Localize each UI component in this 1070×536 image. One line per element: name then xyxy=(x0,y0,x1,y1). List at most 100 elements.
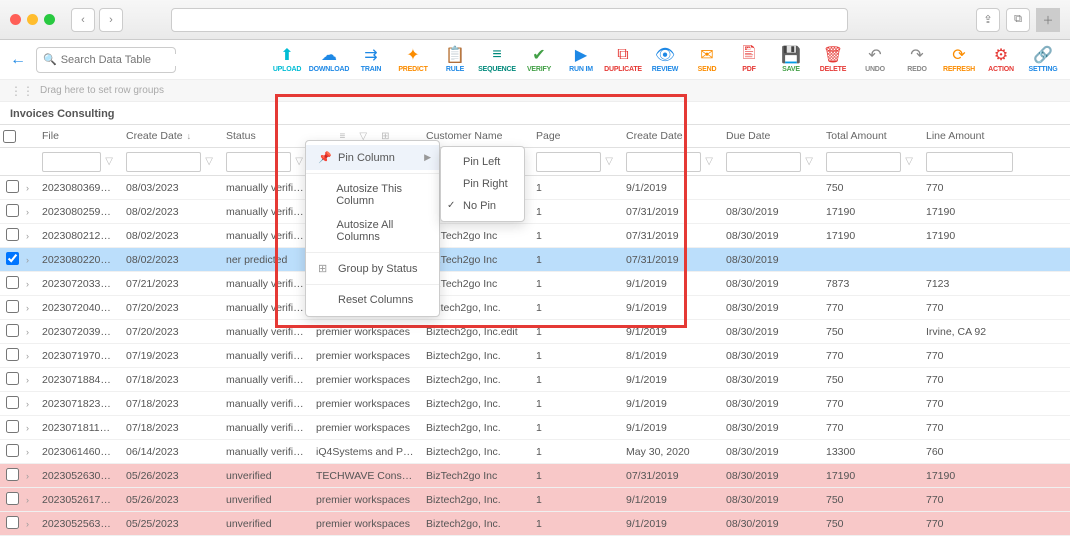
row-checkbox[interactable] xyxy=(0,348,20,364)
row-checkbox[interactable] xyxy=(0,492,20,508)
new-tab-button[interactable]: ＋ xyxy=(1036,8,1060,32)
col-page[interactable]: Page xyxy=(530,125,620,147)
download-button[interactable]: ☁DOWNLOAD xyxy=(312,46,346,73)
url-bar[interactable] xyxy=(171,8,848,32)
filter-icon[interactable]: ▽ xyxy=(805,156,813,167)
table-row[interactable]: ›20230719703...07/19/2023manually verifi… xyxy=(0,344,1070,368)
row-checkbox[interactable] xyxy=(0,228,20,244)
sequence-button[interactable]: ≡SEQUENCE xyxy=(480,46,514,73)
filter-icon[interactable]: ▽ xyxy=(205,156,213,167)
minimize-window-icon[interactable] xyxy=(27,14,38,25)
filter-line[interactable] xyxy=(926,152,1013,172)
col-file[interactable]: File xyxy=(36,125,120,147)
search-input[interactable] xyxy=(61,54,203,66)
run-im-button[interactable]: ▶RUN IM xyxy=(564,46,598,73)
filter-icon[interactable]: ▽ xyxy=(105,156,113,167)
filter-icon[interactable]: ▽ xyxy=(605,156,613,167)
expand-row-icon[interactable]: › xyxy=(20,423,36,433)
expand-row-icon[interactable]: › xyxy=(20,351,36,361)
row-checkbox[interactable] xyxy=(0,444,20,460)
col-status[interactable]: Status xyxy=(220,125,310,147)
row-checkbox[interactable] xyxy=(0,300,20,316)
table-row[interactable]: ›20230718115...07/18/2023manually verifi… xyxy=(0,416,1070,440)
upload-button[interactable]: ⬆UPLOAD xyxy=(270,46,304,73)
expand-row-icon[interactable]: › xyxy=(20,303,36,313)
table-row[interactable]: ›20230525635...05/25/2023unverifiedpremi… xyxy=(0,512,1070,536)
refresh-button[interactable]: ⟳REFRESH xyxy=(942,46,976,73)
menu-pin-column[interactable]: 📌 Pin Column ▶ xyxy=(306,145,439,170)
expand-row-icon[interactable]: › xyxy=(20,327,36,337)
tabs-icon[interactable]: ⧉ xyxy=(1006,8,1030,32)
table-row[interactable]: ›20230614607...06/14/2023manually verifi… xyxy=(0,440,1070,464)
table-row[interactable]: ›20230802201...08/02/2023ner predictedBi… xyxy=(0,248,1070,272)
filter-file[interactable] xyxy=(42,152,101,172)
expand-row-icon[interactable]: › xyxy=(20,495,36,505)
filter-icon[interactable]: ▽ xyxy=(905,156,913,167)
setting-button[interactable]: 🔗SETTING xyxy=(1026,46,1060,73)
undo-button[interactable]: ↶UNDO xyxy=(858,46,892,73)
menu-autosize-all[interactable]: Autosize All Columns xyxy=(306,213,439,249)
expand-row-icon[interactable]: › xyxy=(20,255,36,265)
back-button[interactable]: ‹ xyxy=(71,8,95,32)
delete-button[interactable]: 🗑DELETE xyxy=(816,46,850,73)
filter-create-date[interactable] xyxy=(126,152,201,172)
row-checkbox[interactable] xyxy=(0,420,20,436)
col-create-date-2[interactable]: Create Date xyxy=(620,125,720,147)
col-total-amount[interactable]: Total Amount xyxy=(820,125,920,147)
expand-row-icon[interactable]: › xyxy=(20,471,36,481)
menu-reset-columns[interactable]: Reset Columns xyxy=(306,288,439,312)
row-checkbox[interactable] xyxy=(0,180,20,196)
table-row[interactable]: ›20230802596...08/02/2023manually verifi… xyxy=(0,200,1070,224)
col-line-amount[interactable]: Line Amount xyxy=(920,125,1020,147)
expand-row-icon[interactable]: › xyxy=(20,231,36,241)
col-create-date[interactable]: Create Date↓ xyxy=(120,125,220,147)
verify-button[interactable]: ✔VERIFY xyxy=(522,46,556,73)
predict-button[interactable]: ✦PREDICT xyxy=(396,46,430,73)
expand-row-icon[interactable]: › xyxy=(20,447,36,457)
filter-page[interactable] xyxy=(536,152,601,172)
expand-row-icon[interactable]: › xyxy=(20,279,36,289)
row-checkbox[interactable] xyxy=(0,276,20,292)
table-row[interactable]: ›20230720399...07/20/2023manually verifi… xyxy=(0,320,1070,344)
table-row[interactable]: ›20230803697...08/03/2023manually verifi… xyxy=(0,176,1070,200)
submenu-pin-left[interactable]: Pin Left xyxy=(441,151,524,173)
table-row[interactable]: ›20230720405...07/20/2023manually verifi… xyxy=(0,296,1070,320)
action-button[interactable]: ⚙ACTION xyxy=(984,46,1018,73)
col-due-date[interactable]: Due Date xyxy=(720,125,820,147)
row-group-drop-area[interactable]: ⋮⋮ Drag here to set row groups xyxy=(0,80,1070,102)
forward-button[interactable]: › xyxy=(99,8,123,32)
search-wrap[interactable]: 🔍 xyxy=(36,47,176,73)
filter-create-date-2[interactable] xyxy=(626,152,701,172)
row-checkbox[interactable] xyxy=(0,252,20,268)
expand-row-icon[interactable]: › xyxy=(20,519,36,529)
table-row[interactable]: ›20230526308...05/26/2023unverifiedTECHW… xyxy=(0,464,1070,488)
duplicate-button[interactable]: ⧉DUPLICATE xyxy=(606,46,640,73)
filter-icon[interactable]: ▽ xyxy=(295,156,303,167)
menu-autosize-this[interactable]: Autosize This Column xyxy=(306,177,439,213)
review-button[interactable]: 👁REVIEW xyxy=(648,46,682,73)
close-window-icon[interactable] xyxy=(10,14,21,25)
table-row[interactable]: ›20230718846...07/18/2023manually verifi… xyxy=(0,368,1070,392)
send-button[interactable]: ✉SEND xyxy=(690,46,724,73)
pdf-button[interactable]: 🖺PDF xyxy=(732,46,766,73)
maximize-window-icon[interactable] xyxy=(44,14,55,25)
row-checkbox[interactable] xyxy=(0,372,20,388)
expand-row-icon[interactable]: › xyxy=(20,183,36,193)
table-row[interactable]: ›20230526171...05/26/2023unverifiedpremi… xyxy=(0,488,1070,512)
row-checkbox[interactable] xyxy=(0,468,20,484)
table-row[interactable]: ›20230802123...08/02/2023manually verifi… xyxy=(0,224,1070,248)
train-button[interactable]: ⇉TRAIN xyxy=(354,46,388,73)
menu-group-by-status[interactable]: ⊞Group by Status xyxy=(306,256,439,281)
expand-row-icon[interactable]: › xyxy=(20,207,36,217)
rule-button[interactable]: 📋RULE xyxy=(438,46,472,73)
select-all-checkbox[interactable] xyxy=(0,125,20,147)
filter-due-date[interactable] xyxy=(726,152,801,172)
expand-row-icon[interactable]: › xyxy=(20,375,36,385)
row-checkbox[interactable] xyxy=(0,516,20,532)
save-button[interactable]: 💾SAVE xyxy=(774,46,808,73)
row-checkbox[interactable] xyxy=(0,204,20,220)
share-icon[interactable]: ⇪ xyxy=(976,8,1000,32)
row-checkbox[interactable] xyxy=(0,324,20,340)
submenu-no-pin[interactable]: ✓No Pin xyxy=(441,195,524,217)
redo-button[interactable]: ↷REDO xyxy=(900,46,934,73)
